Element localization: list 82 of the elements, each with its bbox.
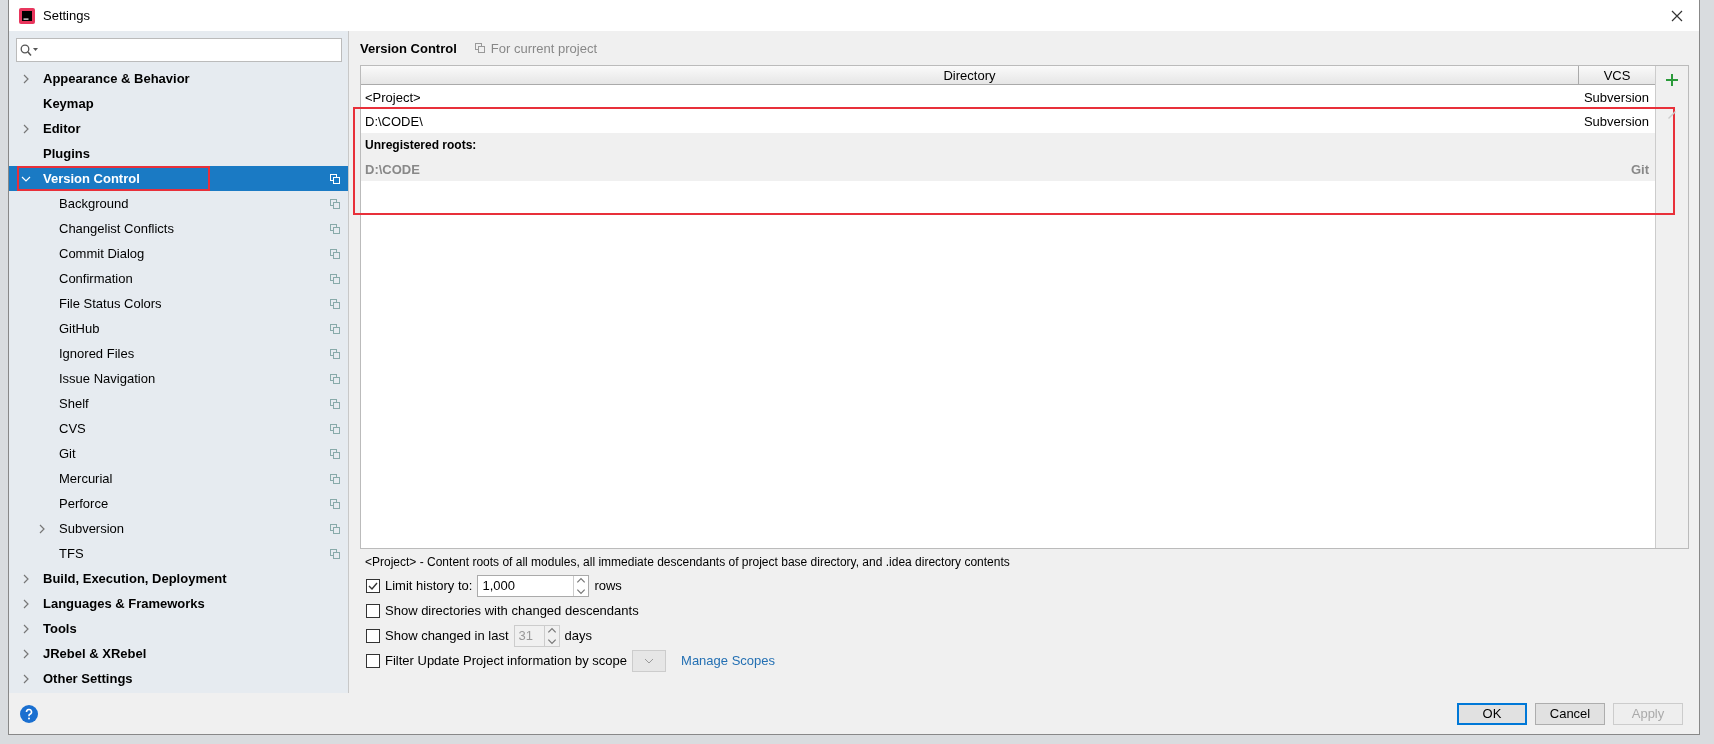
copy-icon	[330, 323, 340, 334]
unit-label: days	[564, 628, 593, 643]
checkbox[interactable]	[366, 578, 380, 593]
dialog-button[interactable]: Cancel	[1535, 702, 1605, 725]
copy-icon	[330, 398, 340, 409]
copy-icon	[330, 348, 340, 359]
close-icon[interactable]	[1671, 9, 1683, 22]
option-label[interactable]: Show directories with changed descendants	[385, 603, 639, 618]
table-cell: Subversion	[1583, 113, 1649, 129]
add-icon[interactable]	[1666, 74, 1678, 86]
settings-category[interactable]: Version Control	[9, 166, 348, 191]
option-label[interactable]: Limit history to:	[385, 578, 473, 593]
app-logo-icon	[19, 7, 35, 24]
table-cell-text: Unregistered roots:	[365, 138, 478, 152]
settings-page-item[interactable]: File Status Colors	[9, 291, 348, 316]
settings-page-item[interactable]: Mercurial	[9, 466, 348, 491]
edit-icon[interactable]	[1666, 108, 1678, 120]
unit-label: rows	[594, 578, 622, 593]
copy-icon	[330, 498, 340, 509]
chevron-icon	[37, 523, 47, 534]
settings-page-item[interactable]: GitHub	[9, 316, 348, 341]
settings-page-item[interactable]: Subversion	[9, 516, 348, 541]
copy-icon	[474, 43, 485, 53]
dialog-button[interactable]: OK	[1457, 702, 1527, 725]
settings-page-item[interactable]: Git	[9, 441, 348, 466]
copy-icon	[330, 223, 340, 234]
settings-category[interactable]: Languages & Frameworks	[9, 591, 348, 616]
checkbox[interactable]	[366, 653, 380, 668]
column-header[interactable]: VCS	[1578, 66, 1655, 84]
chevron-icon	[21, 573, 31, 584]
settings-category[interactable]: Other Settings	[9, 666, 348, 691]
table-cell-text: D:\CODE	[365, 161, 421, 177]
settings-page-item[interactable]: TFS	[9, 541, 348, 566]
settings-page-item[interactable]: Background	[9, 191, 348, 216]
copy-icon	[330, 448, 340, 459]
scope-label: For current project	[490, 40, 597, 56]
table-cell-text: <Project>	[365, 89, 422, 105]
settings-category[interactable]: Build, Execution, Deployment	[9, 566, 348, 591]
settings-page-item[interactable]: Ignored Files	[9, 341, 348, 366]
settings-page-item[interactable]: Issue Navigation	[9, 366, 348, 391]
chevron-icon	[21, 648, 31, 659]
table-cell-text: D:\CODE\	[365, 113, 424, 129]
copy-icon	[330, 523, 340, 534]
settings-category[interactable]: Tools	[9, 616, 348, 641]
copy-icon	[330, 473, 340, 484]
search-icon	[20, 44, 40, 56]
settings-page-item[interactable]: CVS	[9, 416, 348, 441]
panel-title: Version Control	[360, 40, 457, 56]
settings-page-item[interactable]: Confirmation	[9, 266, 348, 291]
settings-category[interactable]: Editor	[9, 116, 348, 141]
settings-category[interactable]: JRebel & XRebel	[9, 641, 348, 666]
settings-page-item[interactable]: Changelist Conflicts	[9, 216, 348, 241]
copy-icon	[330, 548, 340, 559]
copy-icon	[330, 298, 340, 309]
copy-icon	[330, 173, 340, 184]
chevron-icon	[21, 123, 31, 134]
settings-page-item[interactable]: Perforce	[9, 491, 348, 516]
settings-category[interactable]: Plugins	[9, 141, 348, 166]
table-cell: Git	[1630, 161, 1649, 177]
settings-page-item[interactable]: Shelf	[9, 391, 348, 416]
settings-page-item[interactable]: Commit Dialog	[9, 241, 348, 266]
window-title: Settings	[43, 8, 90, 23]
column-header[interactable]: Directory	[361, 66, 1578, 84]
search-field[interactable]	[16, 38, 342, 62]
copy-icon	[330, 373, 340, 384]
option-label[interactable]: Filter Update Project information by scope	[385, 653, 628, 668]
copy-icon	[330, 423, 340, 434]
table-cell: Subversion	[1583, 89, 1649, 105]
chevron-icon	[21, 73, 31, 84]
settings-category[interactable]: Keymap	[9, 91, 348, 116]
help-text: <Project> - Content roots of all modules, all immediate descendants of project base directory, and .idea directory contents	[364, 554, 1011, 571]
chevron-icon	[21, 598, 31, 609]
chevron-icon	[21, 623, 31, 634]
chevron-icon	[21, 673, 31, 684]
settings-category[interactable]: Appearance & Behavior	[9, 66, 348, 91]
number-spinner[interactable]: 1,000	[477, 574, 590, 597]
copy-icon	[330, 273, 340, 284]
help-icon[interactable]	[20, 704, 38, 723]
checkbox[interactable]	[366, 603, 380, 618]
manage-scopes-link[interactable]: Manage Scopes	[681, 653, 775, 668]
copy-icon	[330, 198, 340, 209]
copy-icon	[330, 248, 340, 259]
